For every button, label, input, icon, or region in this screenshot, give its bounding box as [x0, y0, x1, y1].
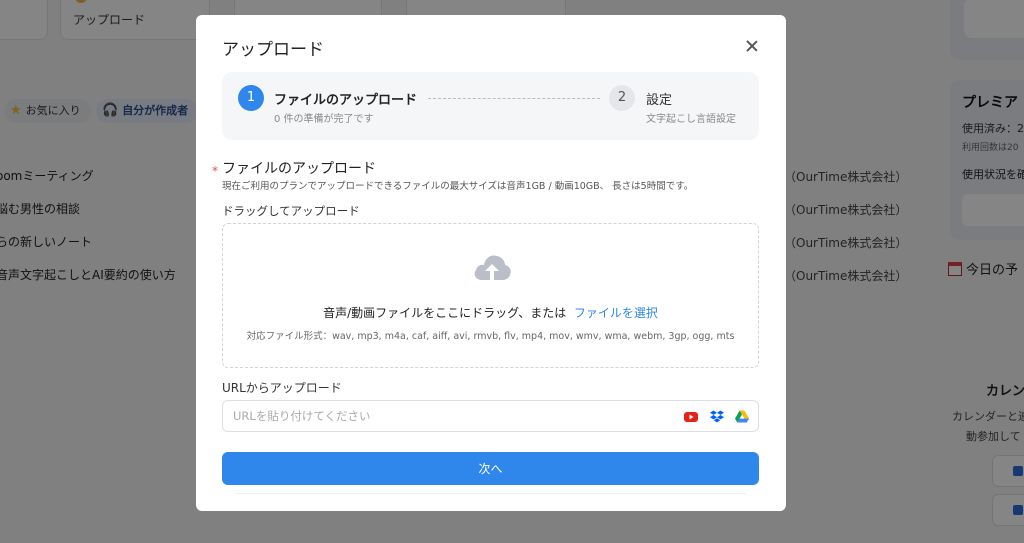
- step-1-subtitle: 0 件の準備が完了です: [274, 114, 374, 125]
- select-file-link[interactable]: ファイルを選択: [574, 306, 658, 320]
- footer-divider: [236, 493, 746, 494]
- step-2-number: 2: [609, 85, 635, 111]
- upload-modal: アップロード 1 ファイルのアップロード 0 件の準備が完了です 2 設定 文字…: [196, 15, 786, 511]
- dropbox-icon[interactable]: [710, 410, 724, 423]
- file-section-title: ファイルのアップロード: [222, 161, 376, 177]
- step-2-title: 設定: [646, 93, 673, 108]
- step-1-number: 1: [238, 85, 264, 111]
- drag-upload-label: ドラッグしてアップロード: [222, 204, 360, 218]
- url-input-container: [222, 400, 759, 432]
- step-2-subtitle: 文字起こし言語設定: [646, 114, 736, 125]
- url-input[interactable]: [233, 401, 663, 431]
- supported-formats: 対応ファイル形式：wav, mp3, m4a, caf, aiff, avi, …: [246, 331, 735, 342]
- step-1-title: ファイルのアップロード: [274, 93, 418, 108]
- step-connector: [428, 98, 600, 99]
- dropzone-instruction: 音声/動画ファイルをここにドラッグ、または: [323, 306, 567, 320]
- required-mark: *: [212, 164, 218, 178]
- youtube-icon[interactable]: [684, 410, 698, 423]
- close-icon[interactable]: [741, 36, 763, 58]
- file-section-description: 現在ご利用のプランでアップロードできるファイルの最大サイズは音声1GB / 動画…: [222, 181, 694, 192]
- cloud-upload-icon: [474, 255, 511, 280]
- step-indicator: 1 ファイルのアップロード 0 件の準備が完了です 2 設定 文字起こし言語設定: [222, 72, 759, 140]
- dropzone-text: 音声/動画ファイルをここにドラッグ、または ファイルを選択: [223, 304, 758, 321]
- url-upload-label: URLからアップロード: [222, 381, 342, 395]
- google-drive-icon[interactable]: [735, 410, 749, 423]
- file-dropzone[interactable]: 音声/動画ファイルをここにドラッグ、または ファイルを選択 対応ファイル形式：w…: [222, 223, 759, 368]
- modal-title: アップロード: [222, 40, 324, 60]
- next-button[interactable]: 次へ: [222, 452, 759, 485]
